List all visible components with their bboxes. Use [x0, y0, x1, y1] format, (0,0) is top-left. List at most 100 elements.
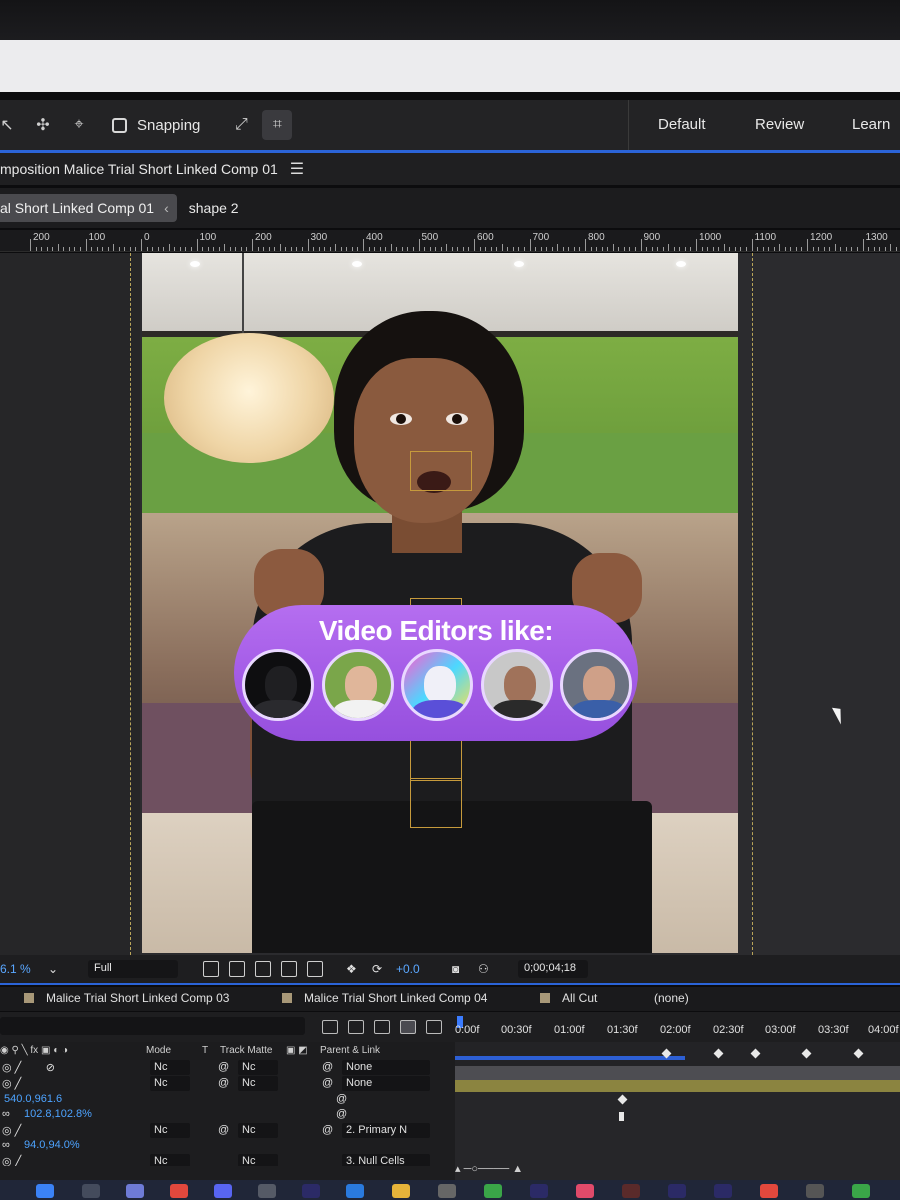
- app-icon[interactable]: [484, 1184, 502, 1198]
- folder-icon[interactable]: [392, 1184, 410, 1198]
- snapping-checkbox[interactable]: [112, 117, 127, 133]
- pick-whip-icon[interactable]: @: [336, 1108, 347, 1120]
- zoom-level[interactable]: 6.1 %: [0, 962, 31, 976]
- app-icon[interactable]: [126, 1184, 144, 1198]
- layer-switch-icons[interactable]: ◎ ╱ ⊘: [2, 1061, 55, 1074]
- transparency-grid-icon[interactable]: [229, 961, 245, 977]
- show-snapshot-icon[interactable]: ⚇: [478, 962, 489, 976]
- layer-switch-icons[interactable]: ◎ ╱: [2, 1155, 21, 1166]
- region-of-interest-icon[interactable]: [281, 961, 297, 977]
- video-frame[interactable]: Video Editors like:: [142, 253, 738, 953]
- tab-comp-03[interactable]: Malice Trial Short Linked Comp 03: [46, 991, 229, 1005]
- panel-menu-icon[interactable]: ☰: [290, 159, 304, 179]
- layer-mode-select[interactable]: Nc: [150, 1154, 190, 1166]
- pick-whip-icon[interactable]: @: [322, 1061, 333, 1073]
- snapshot-camera-icon[interactable]: ◙: [452, 962, 459, 976]
- app-icon[interactable]: [346, 1184, 364, 1198]
- workspace-default[interactable]: Default: [658, 116, 706, 133]
- after-effects-icon[interactable]: [530, 1184, 548, 1198]
- tab-none[interactable]: (none): [654, 991, 689, 1005]
- frame-blending-icon[interactable]: [400, 1020, 416, 1034]
- t-header[interactable]: T: [202, 1045, 208, 1056]
- video-editors-pill[interactable]: Video Editors like:: [234, 605, 638, 741]
- parent-select[interactable]: 2. Primary N: [342, 1123, 430, 1138]
- matte-link-icon[interactable]: @: [218, 1124, 229, 1136]
- composition-panel-title[interactable]: mposition Malice Trial Short Linked Comp…: [0, 161, 278, 177]
- layer-row[interactable]: ◎ ╱ Nc Nc 3. Null Cells: [0, 1154, 455, 1166]
- tab-all-cut[interactable]: All Cut: [562, 991, 597, 1005]
- workspace-learn[interactable]: Learn: [852, 116, 890, 133]
- constrain-proportions-icon[interactable]: ∞: [2, 1139, 10, 1151]
- parent-select[interactable]: None: [342, 1076, 430, 1091]
- parent-select[interactable]: None: [342, 1060, 430, 1075]
- chevron-down-icon[interactable]: ⌄: [48, 962, 58, 976]
- layer-search-input[interactable]: [0, 1017, 305, 1035]
- keyframe[interactable]: [619, 1112, 624, 1121]
- illustrator-icon[interactable]: [622, 1184, 640, 1198]
- grid-guides-icon[interactable]: [307, 961, 323, 977]
- premiere-icon[interactable]: [302, 1184, 320, 1198]
- layer-bounding-box[interactable]: [410, 451, 472, 491]
- pick-whip-icon[interactable]: @: [336, 1093, 347, 1105]
- tab-shape-2[interactable]: shape 2: [189, 200, 239, 216]
- scale-value[interactable]: 94.0,94.0%: [24, 1139, 80, 1151]
- pick-whip-icon[interactable]: @: [322, 1077, 333, 1089]
- property-row-scale[interactable]: ∞ 102.8,102.8% @: [0, 1107, 455, 1123]
- hide-shy-layers-icon[interactable]: [374, 1020, 390, 1034]
- property-row-position[interactable]: 540.0,961.6 @: [0, 1092, 455, 1108]
- browser-icon[interactable]: [760, 1184, 778, 1198]
- composition-mini-flowchart-icon[interactable]: [322, 1020, 338, 1034]
- workspace-review[interactable]: Review: [755, 116, 804, 133]
- search-icon[interactable]: [82, 1184, 100, 1198]
- tab-comp-04[interactable]: Malice Trial Short Linked Comp 04: [304, 991, 487, 1005]
- track-matte-select[interactable]: Nc: [238, 1060, 278, 1075]
- layer-row[interactable]: ◎ ╱ ⊘ Nc @ Nc @ None: [0, 1060, 455, 1076]
- app-icon[interactable]: [438, 1184, 456, 1198]
- selection-tool-icon[interactable]: ↖: [0, 110, 22, 140]
- draft-3d-icon[interactable]: [348, 1020, 364, 1034]
- layer-duration-bar[interactable]: [455, 1080, 900, 1092]
- current-time-display[interactable]: 0;00;04;18: [518, 960, 588, 978]
- exposure-value[interactable]: +0.0: [396, 962, 420, 976]
- layer-duration-bar[interactable]: [455, 1066, 900, 1080]
- keyframe[interactable]: [853, 1048, 864, 1059]
- work-area-bar[interactable]: [455, 1056, 685, 1060]
- matte-link-icon[interactable]: @: [218, 1077, 229, 1089]
- constrain-proportions-icon[interactable]: ∞: [2, 1108, 10, 1120]
- property-row-scale[interactable]: ∞ 94.0,94.0%: [0, 1138, 455, 1154]
- timeline-tracks[interactable]: ▴ ─○──── ▲: [455, 1042, 900, 1200]
- snap-options-icon[interactable]: ⤢: [226, 110, 256, 140]
- parent-header[interactable]: Parent & Link: [320, 1045, 380, 1056]
- mask-path-icon[interactable]: [255, 961, 271, 977]
- chevron-left-icon[interactable]: ‹: [164, 200, 169, 216]
- reset-exposure-icon[interactable]: ⟳: [372, 962, 382, 976]
- track-matte-select[interactable]: Nc: [238, 1076, 278, 1091]
- tab-active-comp[interactable]: al Short Linked Comp 01 ‹: [0, 194, 177, 222]
- zoom-slider[interactable]: ▴ ─○──── ▲: [455, 1162, 575, 1182]
- mode-header[interactable]: Mode: [146, 1045, 171, 1056]
- track-matte-select[interactable]: Nc: [238, 1154, 278, 1166]
- puppet-advanced-tool-icon[interactable]: ⌖: [64, 110, 94, 140]
- media-encoder-icon[interactable]: [714, 1184, 732, 1198]
- position-value[interactable]: 540.0,961.6: [4, 1093, 62, 1105]
- chat-app-icon[interactable]: [214, 1184, 232, 1198]
- app-icon[interactable]: [806, 1184, 824, 1198]
- layer-mode-select[interactable]: Nc: [150, 1123, 190, 1138]
- track-matte-header[interactable]: Track Matte: [220, 1045, 272, 1056]
- resolution-select[interactable]: Full: [88, 960, 178, 978]
- app-icon[interactable]: [852, 1184, 870, 1198]
- snap-frame-icon[interactable]: ⌗: [262, 110, 293, 140]
- composition-viewer[interactable]: Video Editors like:: [0, 253, 900, 955]
- windows-start-icon[interactable]: [36, 1184, 54, 1198]
- premiere-icon[interactable]: [668, 1184, 686, 1198]
- app-icon[interactable]: [258, 1184, 276, 1198]
- color-channel-icon[interactable]: ❖: [346, 962, 357, 976]
- pick-whip-icon[interactable]: @: [322, 1124, 333, 1136]
- layer-row[interactable]: ◎ ╱ Nc @ Nc @ 2. Primary N: [0, 1123, 455, 1139]
- motion-blur-icon[interactable]: [426, 1020, 442, 1034]
- layer-bounding-box[interactable]: [410, 778, 462, 828]
- parent-select[interactable]: 3. Null Cells: [342, 1154, 430, 1166]
- app-icon[interactable]: [576, 1184, 594, 1198]
- track-matte-select[interactable]: Nc: [238, 1123, 278, 1138]
- layer-mode-select[interactable]: Nc: [150, 1076, 190, 1091]
